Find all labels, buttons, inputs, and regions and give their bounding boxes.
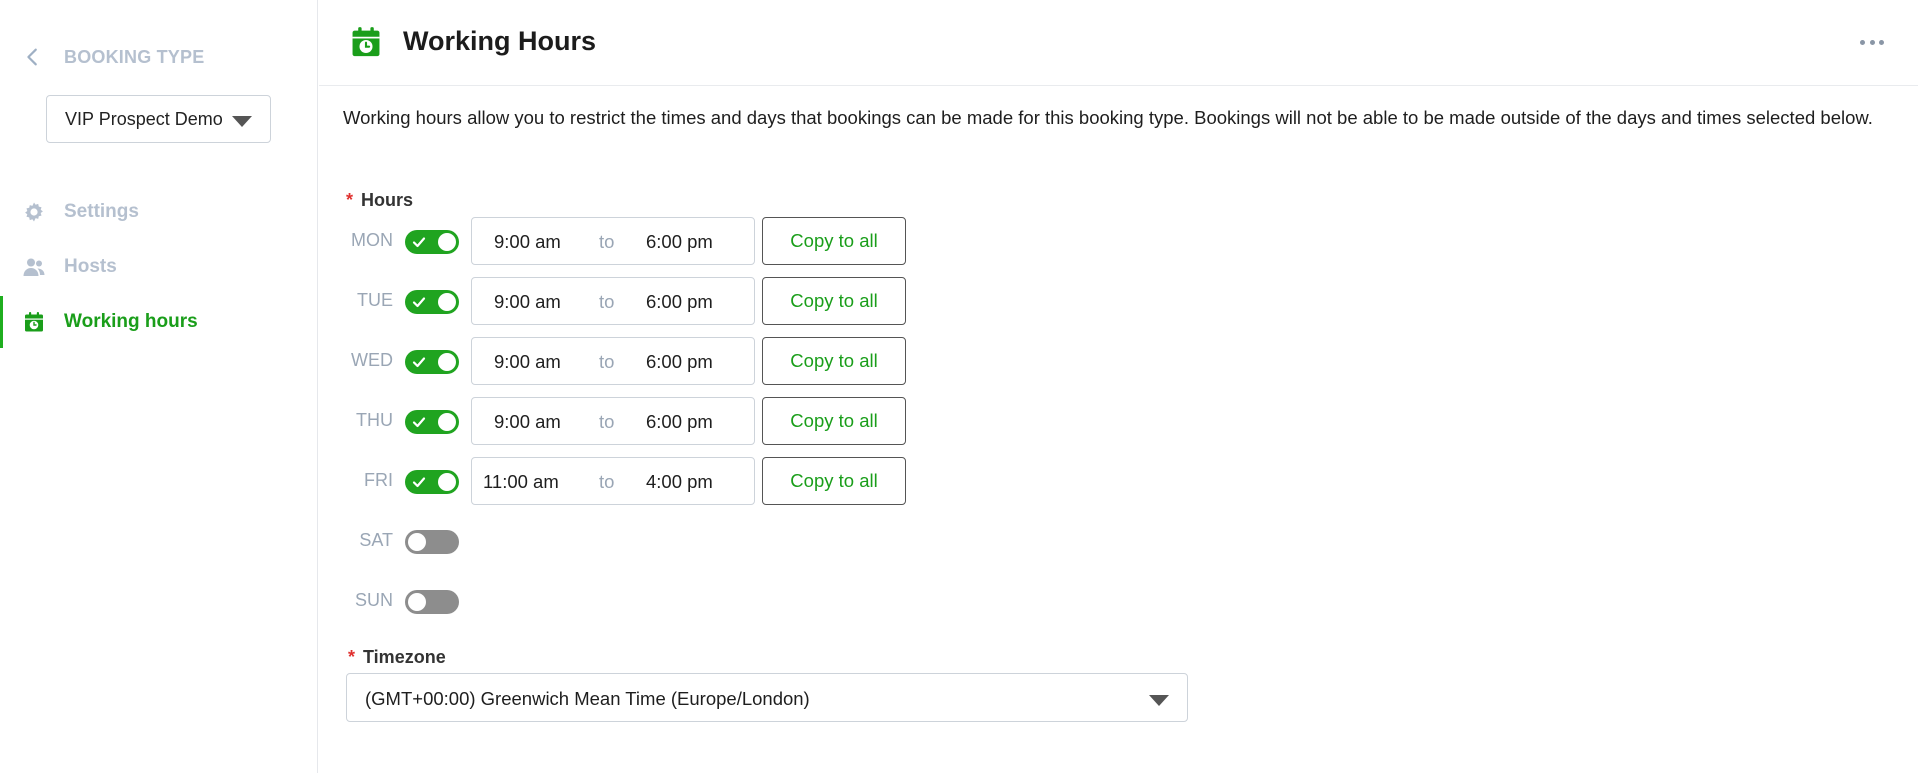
page-title: Working Hours	[403, 26, 597, 56]
sidebar-item-working-hours[interactable]: Working hours	[0, 296, 318, 348]
day-toggle-thu[interactable]	[405, 410, 459, 434]
check-icon	[412, 297, 426, 308]
check-icon	[412, 237, 426, 248]
back-to-booking-type[interactable]: BOOKING TYPE	[22, 42, 204, 72]
day-toggle-fri[interactable]	[405, 470, 459, 494]
users-icon	[23, 258, 45, 276]
timezone-label: * Timezone	[348, 647, 446, 668]
to-separator: to	[599, 231, 615, 252]
sidebar-item-hosts[interactable]: Hosts	[0, 241, 318, 293]
sidebar-item-label: Working hours	[64, 311, 198, 332]
end-time-input[interactable]: 6:00 pm	[646, 291, 713, 313]
back-label: BOOKING TYPE	[64, 46, 205, 67]
booking-type-select-value: VIP Prospect Demo	[65, 108, 223, 129]
day-row-sun: SUN	[343, 577, 1243, 625]
hours-label-text: Hours	[361, 190, 414, 210]
timezone-label-text: Timezone	[363, 647, 446, 667]
day-toggle-tue[interactable]	[405, 290, 459, 314]
timezone-select-value: (GMT+00:00) Greenwich Mean Time (Europe/…	[365, 688, 810, 709]
main-panel: Working Hours Working hours allow you to…	[319, 0, 1918, 773]
toggle-knob	[438, 233, 456, 251]
toggle-knob	[408, 533, 426, 551]
more-horizontal-icon	[1869, 39, 1875, 45]
start-time-input[interactable]: 9:00 am	[494, 351, 594, 373]
check-icon	[412, 477, 426, 488]
start-time-input[interactable]: 9:00 am	[494, 411, 594, 433]
to-separator: to	[599, 291, 615, 312]
to-separator: to	[599, 471, 615, 492]
day-row-fri: FRI 11:00 am to 4:00 pm Copy to all	[343, 457, 1243, 505]
end-time-input[interactable]: 6:00 pm	[646, 351, 713, 373]
end-time-input[interactable]: 6:00 pm	[646, 411, 713, 433]
chevron-left-icon	[27, 48, 37, 66]
day-row-mon: MON 9:00 am to 6:00 pm Copy to all	[343, 217, 1243, 265]
caret-down-icon	[1149, 695, 1169, 706]
time-range-wed: 9:00 am to 6:00 pm	[471, 337, 755, 385]
day-toggle-sat[interactable]	[405, 530, 459, 554]
sidebar-item-label: Settings	[64, 201, 139, 222]
day-name: THU	[356, 410, 393, 430]
time-range-tue: 9:00 am to 6:00 pm	[471, 277, 755, 325]
day-toggle-wed[interactable]	[405, 350, 459, 374]
copy-to-all-button[interactable]: Copy to all	[762, 397, 906, 445]
time-range-fri: 11:00 am to 4:00 pm	[471, 457, 755, 505]
copy-to-all-button[interactable]: Copy to all	[762, 217, 906, 265]
day-row-tue: TUE 9:00 am to 6:00 pm Copy to all	[343, 277, 1243, 325]
calendar-clock-icon	[352, 27, 380, 57]
day-name: SAT	[359, 530, 393, 550]
start-time-input[interactable]: 9:00 am	[494, 291, 594, 313]
day-toggle-mon[interactable]	[405, 230, 459, 254]
check-icon	[412, 357, 426, 368]
required-marker: *	[348, 647, 356, 667]
check-icon	[412, 417, 426, 428]
time-range-thu: 9:00 am to 6:00 pm	[471, 397, 755, 445]
copy-to-all-button[interactable]: Copy to all	[762, 337, 906, 385]
sidebar: BOOKING TYPE VIP Prospect Demo Settings …	[0, 0, 318, 773]
end-time-input[interactable]: 4:00 pm	[646, 471, 713, 493]
copy-to-all-button[interactable]: Copy to all	[762, 457, 906, 505]
day-name: TUE	[357, 290, 393, 310]
gear-icon	[25, 202, 43, 222]
day-row-wed: WED 9:00 am to 6:00 pm Copy to all	[343, 337, 1243, 385]
toggle-knob	[438, 353, 456, 371]
sidebar-item-settings[interactable]: Settings	[0, 186, 318, 238]
time-range-mon: 9:00 am to 6:00 pm	[471, 217, 755, 265]
copy-to-all-button[interactable]: Copy to all	[762, 277, 906, 325]
page-header: Working Hours	[319, 0, 1918, 86]
timezone-select[interactable]: (GMT+00:00) Greenwich Mean Time (Europe/…	[346, 673, 1188, 722]
booking-type-select[interactable]: VIP Prospect Demo	[46, 95, 271, 143]
toggle-knob	[438, 293, 456, 311]
more-horizontal-icon	[1879, 39, 1884, 45]
hours-label: * Hours	[346, 190, 413, 211]
required-marker: *	[346, 190, 354, 210]
start-time-input[interactable]: 9:00 am	[494, 231, 594, 253]
day-name: MON	[351, 230, 393, 250]
toggle-knob	[438, 473, 456, 491]
calendar-clock-icon	[25, 312, 43, 332]
working-hours-description: Working hours allow you to restrict the …	[343, 107, 1873, 128]
to-separator: to	[599, 411, 615, 432]
day-name: FRI	[364, 470, 393, 490]
sidebar-item-label: Hosts	[64, 256, 117, 277]
to-separator: to	[599, 351, 615, 372]
caret-down-icon	[232, 116, 252, 127]
day-name: WED	[351, 350, 393, 370]
end-time-input[interactable]: 6:00 pm	[646, 231, 713, 253]
day-toggle-sun[interactable]	[405, 590, 459, 614]
day-name: SUN	[354, 590, 393, 610]
toggle-knob	[438, 413, 456, 431]
day-row-sat: SAT	[343, 517, 1243, 565]
more-horizontal-icon	[1860, 39, 1865, 45]
day-row-thu: THU 9:00 am to 6:00 pm Copy to all	[343, 397, 1243, 445]
start-time-input[interactable]: 11:00 am	[483, 471, 583, 493]
toggle-knob	[408, 593, 426, 611]
more-menu-button[interactable]	[1860, 32, 1884, 52]
